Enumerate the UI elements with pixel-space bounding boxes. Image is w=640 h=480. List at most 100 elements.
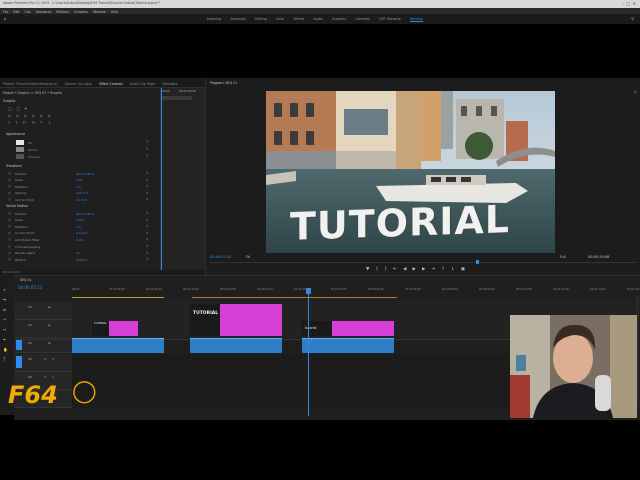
ellipse-icon[interactable]: ◯	[8, 106, 12, 112]
video-track-header[interactable]: V2 ◉	[14, 320, 72, 338]
audio-track-header[interactable]: A1 M S	[14, 354, 72, 372]
property-row[interactable]: ◷ Stretch Default ↺	[6, 257, 156, 264]
reset-icon[interactable]: ↺	[146, 197, 149, 201]
eye-icon[interactable]: ◉	[48, 341, 51, 345]
export-frame-icon[interactable]: ▣	[461, 267, 465, 272]
track-label[interactable]: A1	[28, 357, 32, 361]
color-swatch[interactable]	[16, 147, 24, 152]
menu-item-sequence[interactable]: Sequence	[36, 10, 52, 14]
left-tab-1[interactable]: Source: (no clips)	[65, 82, 93, 86]
property-row[interactable]: ◷ Anchor Point 0.0 0.0 ↺	[6, 197, 156, 204]
effect-controls-timeline[interactable]: 00:00 00:00:05:00	[160, 88, 205, 275]
menu-item-help[interactable]: Help	[111, 10, 118, 14]
program-tab[interactable]: Program: SEQ 01	[210, 81, 237, 85]
search-icon[interactable]: ⚲	[631, 17, 634, 21]
solo-button[interactable]: S	[52, 357, 54, 361]
clip-v1-2[interactable]	[190, 338, 282, 353]
extract-icon[interactable]: ↓	[451, 267, 455, 272]
property-value[interactable]: On	[76, 251, 80, 255]
source-patch[interactable]	[16, 340, 22, 350]
clip-path[interactable]: Master * Graphic > SEQ 01 * Graphic	[3, 91, 62, 95]
mute-button[interactable]: M	[44, 375, 47, 379]
shape-tools[interactable]: ◯ □ ✒	[8, 106, 38, 112]
clip-v2-1[interactable]: TUTORIAL	[92, 321, 138, 336]
menu-item-window[interactable]: Window	[93, 10, 106, 14]
workspace-5[interactable]: Audio	[314, 17, 323, 22]
source-patch[interactable]	[16, 356, 22, 368]
eye-icon[interactable]: ◉	[48, 305, 51, 309]
stopwatch-icon[interactable]: ◷	[8, 218, 11, 222]
property-value[interactable]: 960.0 540.0	[76, 212, 94, 216]
reset-icon[interactable]: ↺	[146, 191, 149, 195]
slip-tool-icon[interactable]: ↔	[3, 327, 8, 332]
menu-item-edit[interactable]: Edit	[13, 10, 19, 14]
property-value[interactable]: 0.0 0.0	[76, 231, 87, 235]
menu-item-file[interactable]: File	[3, 10, 8, 14]
reset-icon[interactable]: ↺	[146, 178, 149, 182]
stopwatch-icon[interactable]: ◷	[8, 237, 11, 241]
stopwatch-icon[interactable]: ◷	[8, 197, 11, 201]
workspace-3[interactable]: Color	[276, 17, 285, 22]
clip-v1-1[interactable]	[72, 338, 164, 353]
window-controls[interactable]: – □ ✕	[622, 1, 636, 6]
lift-icon[interactable]: ↑	[441, 267, 445, 272]
out-point-icon[interactable]: }	[384, 267, 387, 272]
timeline-playhead-handle[interactable]	[306, 288, 311, 294]
home-icon[interactable]: ⌂	[4, 17, 7, 21]
in-point-icon[interactable]: {	[375, 267, 378, 272]
stopwatch-icon[interactable]: ◷	[8, 244, 11, 248]
type-tool-icon[interactable]: T	[3, 357, 8, 362]
step-forward-icon[interactable]: ▶	[422, 267, 425, 272]
reset-icon[interactable]: ↺	[146, 211, 149, 215]
ec-playhead[interactable]	[161, 88, 162, 275]
timeline-ruler[interactable]: 00:00 00:00:05:00 00:00:10:00 00:00:15:00 00…	[72, 288, 640, 296]
appearance-row[interactable]: Fill ✎	[6, 140, 156, 147]
ripple-edit-icon[interactable]: ⇄	[3, 307, 8, 312]
track-label[interactable]: V2	[28, 323, 32, 327]
eyedropper-icon[interactable]: ✎	[146, 140, 149, 144]
track-label[interactable]: V3	[28, 305, 32, 309]
stopwatch-icon[interactable]: ◷	[8, 171, 11, 175]
appearance-row[interactable]: Shadow ✎	[6, 154, 156, 161]
clip-v2-3[interactable]: tutorial	[302, 321, 394, 336]
go-to-in-icon[interactable]: ⇤	[393, 267, 397, 272]
reset-icon[interactable]: ↺	[146, 231, 149, 235]
left-tab-3[interactable]: Audio Clip Mixer	[130, 82, 156, 86]
property-value[interactable]: 0.0 0.0	[76, 198, 87, 202]
program-timecode[interactable]: 00:00:01:05	[210, 255, 231, 260]
workspace-4[interactable]: Effects	[293, 17, 304, 22]
go-to-out-icon[interactable]: ⇥	[431, 267, 435, 272]
property-value[interactable]: 0.00	[76, 238, 83, 242]
reset-icon[interactable]: ↺	[146, 224, 149, 228]
reset-icon[interactable]: ↺	[146, 244, 149, 248]
timeline-playhead[interactable]	[308, 288, 309, 416]
work-area-red[interactable]	[192, 297, 397, 298]
reset-icon[interactable]: ↺	[146, 237, 149, 241]
property-value[interactable]: 960.0 540.0	[76, 172, 94, 176]
menu-item-markers[interactable]: Markers	[56, 10, 69, 14]
appearance-row[interactable]: Stroke ✎	[6, 147, 156, 154]
property-value[interactable]: 100	[76, 178, 82, 182]
menu-item-graphics[interactable]: Graphics	[74, 10, 88, 14]
mute-button[interactable]: M	[44, 357, 47, 361]
video-frame[interactable]: TUTORIAL	[266, 91, 555, 253]
property-value[interactable]: 100.0	[76, 218, 85, 222]
stopwatch-icon[interactable]: ◷	[8, 191, 11, 195]
clip-v3-2[interactable]: TUTORIAL	[190, 304, 282, 336]
left-tab-0[interactable]: Project: TutorialVideos Rename.prj	[3, 82, 58, 86]
eye-icon[interactable]: ◉	[48, 323, 51, 327]
workspace-1[interactable]: Assembly	[230, 17, 246, 22]
workspace-6[interactable]: Graphics	[332, 17, 347, 22]
monitor-scrub-bar[interactable]	[210, 262, 636, 263]
property-value[interactable]: 100.0 %	[76, 191, 88, 195]
text-style-tools[interactable]: T T TT Tt T' T,	[8, 121, 51, 125]
selection-tool-icon[interactable]: ➤	[3, 287, 8, 292]
stopwatch-icon[interactable]: ◷	[8, 224, 11, 228]
overlay-title-text[interactable]: TUTORIAL	[290, 197, 510, 249]
settings-icon[interactable]: ⚙	[634, 90, 637, 94]
stopwatch-icon[interactable]: ◷	[8, 211, 11, 215]
hand-tool-icon[interactable]: ✋	[3, 347, 8, 352]
track-label[interactable]: V1	[28, 341, 32, 345]
reset-icon[interactable]: ↺	[146, 184, 149, 188]
rectangle-icon[interactable]: □	[16, 106, 20, 112]
